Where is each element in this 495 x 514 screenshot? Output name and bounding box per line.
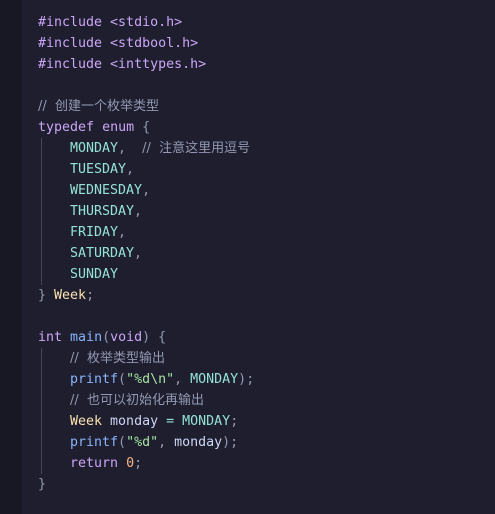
semicolon: ; <box>230 435 239 450</box>
code-line-16: int main(void) { <box>38 327 254 348</box>
code-comment: // 注意这里用逗号 <box>142 141 251 156</box>
indent-guide <box>38 264 70 285</box>
code-line-13: SUNDAY <box>38 264 254 285</box>
number-literal: 0 <box>126 456 135 471</box>
semicolon: ; <box>86 288 95 303</box>
code-line-22: return 0; <box>38 453 254 474</box>
paren-close: ) <box>222 435 231 450</box>
paren-open: ( <box>118 435 127 450</box>
include-directive: #include <stdio.h> <box>38 15 183 30</box>
comma: , <box>142 183 151 198</box>
code-line-5: // 创建一个枚举类型 <box>38 96 254 117</box>
indent-guide <box>38 390 70 411</box>
semicolon: ; <box>230 414 239 429</box>
keyword-return: return <box>70 456 119 471</box>
brace-close: } <box>38 477 47 492</box>
indent-guide <box>38 369 70 390</box>
type-name: Week <box>70 414 103 429</box>
enum-constant: SUNDAY <box>70 267 119 282</box>
include-directive: #include <stdbool.h> <box>38 36 199 51</box>
enum-constant: TUESDAY <box>70 162 127 177</box>
indent-guide <box>38 222 70 243</box>
code-line-3: #include <inttypes.h> <box>38 54 254 75</box>
paren-close: ) <box>238 372 247 387</box>
include-directive: #include <inttypes.h> <box>38 57 207 72</box>
code-line-14: } Week; <box>38 285 254 306</box>
keyword-typedef: typedef <box>38 120 95 135</box>
code-line-9: WEDNESDAY, <box>38 180 254 201</box>
code-line-2: #include <stdbool.h> <box>38 33 254 54</box>
comma: , <box>126 162 135 177</box>
indent-guide <box>38 453 70 474</box>
function-printf: printf <box>70 372 119 387</box>
indent-guide <box>38 243 70 264</box>
enum-constant: THURSDAY <box>70 204 135 219</box>
code-line-10: THURSDAY, <box>38 201 254 222</box>
code-line-12: SATURDAY, <box>38 243 254 264</box>
indent-guide <box>38 180 70 201</box>
comma: , <box>134 246 143 261</box>
keyword-enum: enum <box>102 120 135 135</box>
brace-open: { <box>158 330 167 345</box>
indent-guide <box>38 159 70 180</box>
brace-open: { <box>142 120 151 135</box>
indent-guide <box>38 348 70 369</box>
indent-guide <box>38 411 70 432</box>
type-name: Week <box>54 288 87 303</box>
variable-monday: monday <box>110 414 159 429</box>
string-literal: "%d\n" <box>126 372 175 387</box>
separator: , <box>174 372 191 387</box>
enum-constant: FRIDAY <box>70 225 119 240</box>
semicolon: ; <box>134 456 143 471</box>
indent-guide <box>38 201 70 222</box>
keyword-void: void <box>110 330 143 345</box>
paren-open: ( <box>118 372 127 387</box>
indent-guide <box>38 432 70 453</box>
enum-constant: MONDAY <box>182 414 231 429</box>
semicolon: ; <box>246 372 255 387</box>
enum-constant: WEDNESDAY <box>70 183 143 198</box>
indent-guide <box>38 138 70 159</box>
enum-constant: SATURDAY <box>70 246 135 261</box>
code-comment: // 也可以初始化再输出 <box>70 393 205 408</box>
enum-constant: MONDAY <box>70 141 119 156</box>
code-line-18: printf("%d\n", MONDAY); <box>38 369 254 390</box>
function-printf: printf <box>70 435 119 450</box>
code-line-7: MONDAY, // 注意这里用逗号 <box>38 138 254 159</box>
comma: , <box>118 225 127 240</box>
code-comment: // 枚举类型输出 <box>70 351 166 366</box>
code-line-21: printf("%d", monday); <box>38 432 254 453</box>
code-line-20: Week monday = MONDAY; <box>38 411 254 432</box>
code-editor-window: #include <stdio.h> #include <stdbool.h> … <box>0 0 495 514</box>
paren-close: ) <box>142 330 151 345</box>
code-line-19: // 也可以初始化再输出 <box>38 390 254 411</box>
code-line-17: // 枚举类型输出 <box>38 348 254 369</box>
code-line-1: #include <stdio.h> <box>38 12 254 33</box>
enum-constant: MONDAY <box>190 372 239 387</box>
operator-assign: = <box>166 414 175 429</box>
brace-close: } <box>38 288 47 303</box>
code-line-11: FRIDAY, <box>38 222 254 243</box>
code-line-8: TUESDAY, <box>38 159 254 180</box>
code-editor[interactable]: #include <stdio.h> #include <stdbool.h> … <box>38 12 254 495</box>
code-comment: // 创建一个枚举类型 <box>38 99 160 114</box>
variable-monday: monday <box>174 435 223 450</box>
function-main: main <box>70 330 103 345</box>
keyword-int: int <box>38 330 63 345</box>
code-line-23: } <box>38 474 254 495</box>
comma: , <box>118 141 127 156</box>
code-line-6: typedef enum { <box>38 117 254 138</box>
string-literal: "%d" <box>126 435 159 450</box>
editor-gutter <box>0 0 22 514</box>
separator: , <box>158 435 175 450</box>
paren-open: ( <box>102 330 111 345</box>
comma: , <box>134 204 143 219</box>
